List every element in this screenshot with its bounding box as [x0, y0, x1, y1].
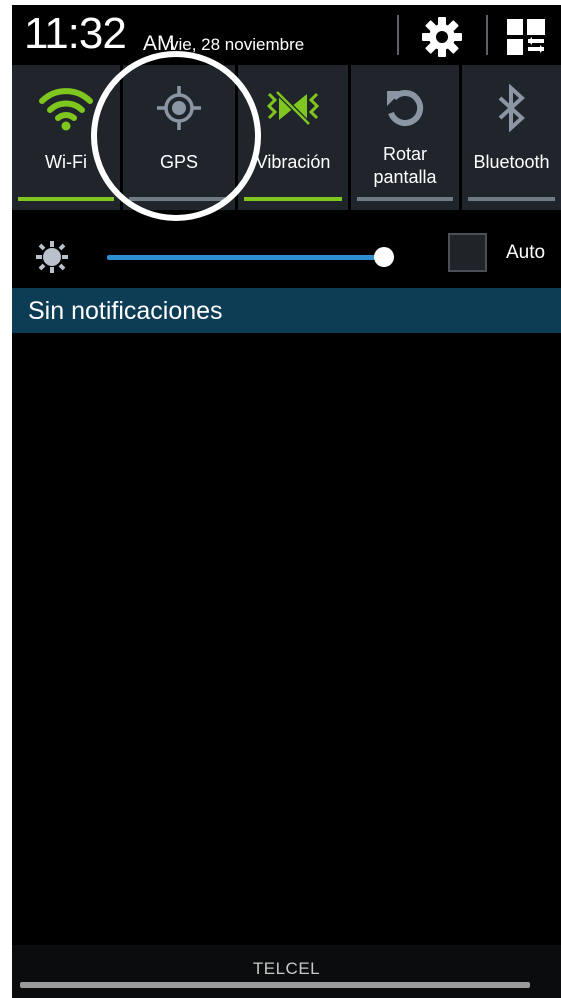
status-bar: 11:32 AM vie, 28 noviembre: [12, 5, 561, 67]
multi-window-icon: [507, 19, 545, 55]
toggle-bluetooth[interactable]: Bluetooth: [462, 65, 561, 210]
toggle-indicator-off: [357, 197, 453, 201]
toggle-rotate[interactable]: Rotar pantalla: [351, 65, 459, 210]
toggle-indicator-off: [129, 197, 229, 201]
clock-time: 11:32: [24, 9, 127, 58]
divider: [397, 15, 399, 55]
toggle-label: Vibración: [255, 152, 331, 172]
carrier-label: TELCEL: [252, 959, 321, 978]
settings-button[interactable]: [406, 11, 478, 63]
toggle-vibration[interactable]: Vibración: [238, 65, 348, 210]
auto-brightness-label: Auto: [506, 242, 546, 263]
toggle-wifi[interactable]: Wi-Fi: [12, 65, 120, 210]
toggle-label: Bluetooth: [473, 152, 550, 172]
divider: [486, 15, 488, 55]
multi-window-button[interactable]: [494, 11, 558, 63]
gear-icon: [422, 17, 462, 57]
toggle-indicator-off: [468, 197, 555, 201]
rotate-icon: [351, 83, 459, 133]
wifi-icon: [12, 83, 120, 133]
notification-panel: 11:32 AM vie, 28 noviembre Wi-Fi GPS Vib…: [12, 5, 561, 998]
brightness-slider[interactable]: [107, 255, 385, 260]
toggle-label-line1: Rotar: [382, 144, 427, 164]
gps-icon: [123, 83, 235, 133]
bluetooth-icon: [462, 83, 561, 133]
brightness-row: Auto: [12, 215, 561, 293]
carrier-bar: TELCEL: [12, 945, 561, 998]
vibration-icon: [238, 83, 348, 133]
toggle-gps[interactable]: GPS: [123, 65, 235, 210]
brightness-slider-thumb[interactable]: [374, 247, 395, 267]
notifications-title: Sin notificaciones: [28, 297, 223, 325]
toggle-label: GPS: [159, 152, 198, 172]
quick-settings-toggles: Wi-Fi GPS Vibración Rotar pantalla Bluet…: [12, 65, 561, 210]
auto-brightness-checkbox[interactable]: [448, 233, 487, 272]
panel-drag-handle[interactable]: [20, 982, 530, 988]
toggle-label: Wi-Fi: [45, 152, 87, 172]
toggle-label: Rotar pantalla: [351, 143, 459, 189]
toggle-indicator-on: [18, 197, 114, 201]
toggle-label-line2: pantalla: [373, 167, 437, 187]
brightness-icon: [34, 239, 70, 280]
toggle-indicator-on: [244, 197, 342, 201]
date-label[interactable]: vie, 28 noviembre: [170, 35, 304, 55]
notifications-header: Sin notificaciones: [12, 288, 561, 333]
